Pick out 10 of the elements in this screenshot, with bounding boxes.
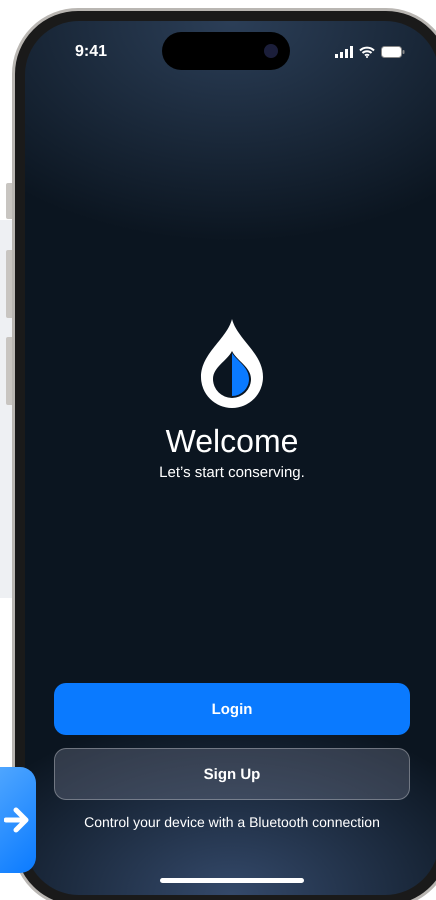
battery-icon [381,46,405,58]
footer-text: Control your device with a Bluetooth connection [84,814,380,830]
status-time: 9:41 [75,42,108,60]
arrow-icon [4,805,30,835]
wifi-icon [359,46,375,58]
welcome-title: Welcome [166,423,298,460]
login-button[interactable]: Login [54,683,410,735]
welcome-subtitle: Let’s start conserving. [159,464,305,481]
sign-up-button[interactable]: Sign Up [54,748,410,800]
signal-icon [335,46,353,58]
